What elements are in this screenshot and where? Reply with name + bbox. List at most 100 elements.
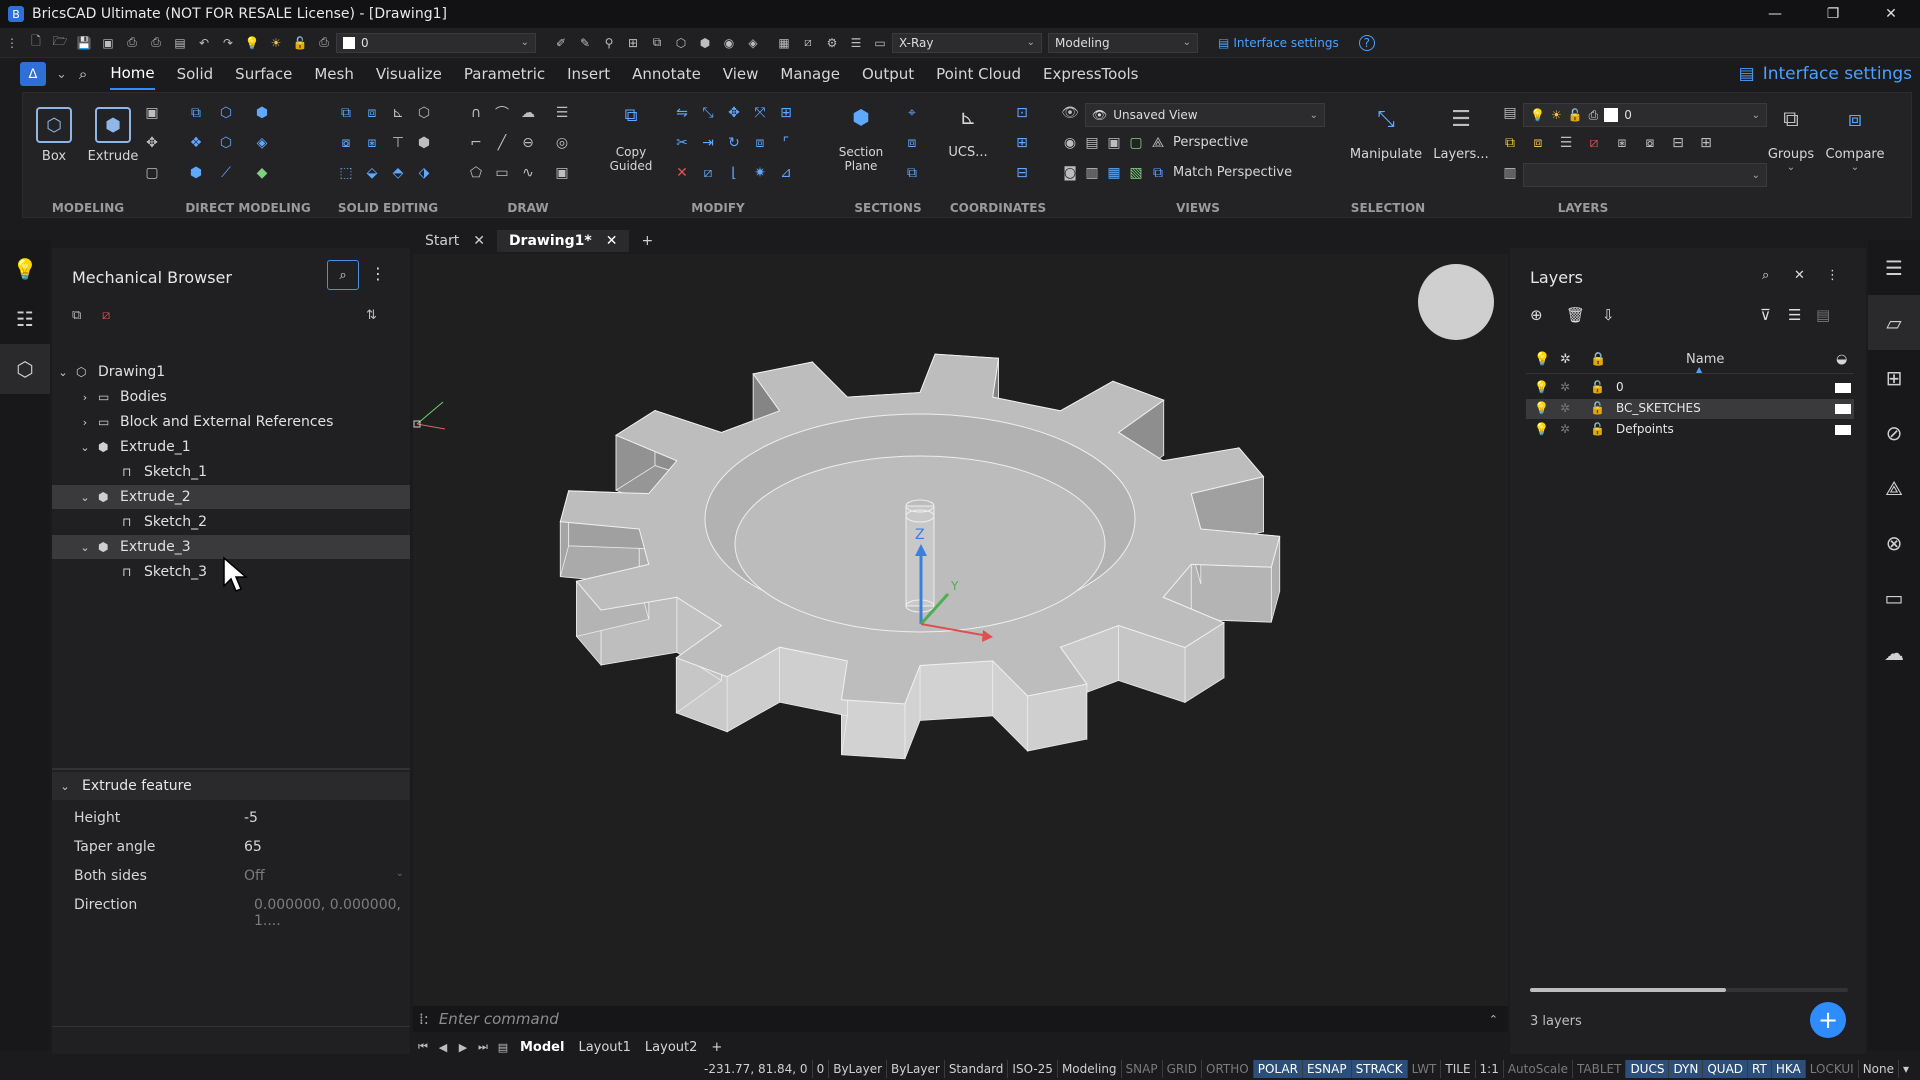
chevron-down-icon[interactable]: ⌄ <box>58 780 72 793</box>
shade-icon[interactable]: ◈ <box>744 35 762 51</box>
mirror-icon[interactable]: ⇋ <box>673 105 691 121</box>
lock-icon[interactable]: 🔓 <box>1590 401 1605 415</box>
hatch-icon[interactable]: ☰ <box>553 105 571 121</box>
pick-icon[interactable]: ✎ <box>576 35 594 51</box>
settings-icon[interactable]: ⚙ <box>823 35 841 51</box>
solid-tool-icon[interactable]: ▣ <box>143 105 161 121</box>
region-icon[interactable]: ▢ <box>143 165 161 181</box>
lock-icon[interactable]: 🔓 <box>1590 422 1605 436</box>
status-toggle[interactable]: ESNAP <box>1302 1060 1352 1078</box>
library-icon[interactable]: ⊞ <box>1868 350 1920 405</box>
chevron-down-icon[interactable]: ⌄ <box>56 366 70 379</box>
trim-icon[interactable]: ✂ <box>673 135 691 151</box>
array-icon[interactable]: ⊞ <box>777 105 795 121</box>
grid-select-icon[interactable]: ⊞ <box>624 35 642 51</box>
dm-tool-8-icon[interactable]: ⟋ <box>217 165 235 181</box>
tab-model[interactable]: Model <box>513 1040 571 1055</box>
named-view-dropdown[interactable]: 👁 Unsaved View ⌄ <box>1085 103 1325 127</box>
redo-icon[interactable]: ↷ <box>219 35 237 51</box>
sort-icon[interactable]: ⇅ <box>366 308 377 323</box>
first-layout-icon[interactable]: ⏮ <box>413 1040 433 1054</box>
dm-tool-5-icon[interactable]: ⬡ <box>217 135 235 151</box>
match-properties-icon[interactable]: ✐ <box>552 35 570 51</box>
more-options-icon[interactable]: ⋮ <box>370 264 386 283</box>
view-tool-1-icon[interactable]: ◉ <box>1061 135 1079 151</box>
extract-edge-icon[interactable]: ⬘ <box>389 165 407 181</box>
status-toggle[interactable]: HKA <box>1771 1060 1806 1078</box>
perspective-toggle[interactable]: Perspective <box>1173 135 1248 150</box>
tab-parametric[interactable]: Parametric <box>464 59 545 89</box>
layout-list-icon[interactable]: ▤ <box>493 1041 513 1054</box>
layer-color-swatch[interactable] <box>1835 383 1851 393</box>
status-item-0[interactable]: 0 <box>813 1060 830 1078</box>
sun-icon[interactable]: ☀ <box>267 35 285 51</box>
chevron-down-icon[interactable]: ⌄ <box>396 868 404 879</box>
select-filter-icon[interactable]: ⧉ <box>648 35 666 51</box>
filter-icon[interactable]: ⊽ <box>1760 306 1771 324</box>
horizontal-scrollbar[interactable] <box>1530 988 1848 992</box>
freeze-column-icon[interactable]: ✲ <box>1560 352 1571 367</box>
doc-tab-start[interactable]: Start ✕ <box>413 230 497 252</box>
structure-icon[interactable]: ☷ <box>0 294 50 344</box>
ucs-tool-1-icon[interactable]: ⊡ <box>1013 105 1031 121</box>
layer-tool-9-icon[interactable]: ▥ <box>1501 165 1519 181</box>
status-toggle[interactable]: GRID <box>1163 1060 1203 1078</box>
view-tool-6-icon[interactable]: ▦ <box>1105 165 1123 181</box>
status-toggle[interactable]: RT <box>1748 1060 1772 1078</box>
next-layout-icon[interactable]: ▶ <box>453 1041 473 1054</box>
view-tool-5-icon[interactable]: ▥ <box>1083 165 1101 181</box>
slice-icon[interactable]: ⊾ <box>389 105 407 121</box>
scale-icon[interactable]: ⤡ <box>699 105 717 121</box>
printer-layer-icon[interactable]: ⎙ <box>315 35 333 51</box>
offset-icon[interactable]: ⧈ <box>751 135 769 151</box>
layers-button[interactable]: ☰ Layers... <box>1433 107 1489 162</box>
donut-icon[interactable]: ◎ <box>553 135 571 151</box>
tab-annotate[interactable]: Annotate <box>632 59 701 89</box>
cloud-icon[interactable]: ☁ <box>1868 625 1920 680</box>
arc-icon[interactable]: ∩ <box>467 105 485 121</box>
interfere-icon[interactable]: ⧆ <box>363 135 381 151</box>
explode-icon[interactable]: ✷ <box>751 165 769 181</box>
tab-manage[interactable]: Manage <box>780 59 840 89</box>
drawing-viewport[interactable]: Z Y <box>413 254 1508 1006</box>
union-icon[interactable]: ⧉ <box>337 105 355 121</box>
box-button[interactable]: ⬡ Box <box>29 107 79 164</box>
layer-row[interactable]: 💡 ✲ 🔓 Defpoints <box>1526 420 1854 440</box>
status-toggle[interactable]: LWT <box>1408 1060 1442 1078</box>
layer-tool-1-icon[interactable]: ⧉ <box>1501 135 1519 151</box>
last-layout-icon[interactable]: ⏭ <box>473 1040 493 1054</box>
doc-tab-drawing1[interactable]: Drawing1* ✕ <box>496 230 630 252</box>
tab-insert[interactable]: Insert <box>567 59 610 89</box>
view-3d-icon[interactable]: ⬢ <box>696 35 714 51</box>
section-tool-2-icon[interactable]: ⧈ <box>903 135 921 151</box>
join-icon[interactable]: ⌊ <box>725 165 743 181</box>
new-tab-button[interactable]: + <box>629 230 665 252</box>
subtract-icon[interactable]: ⧈ <box>363 105 381 121</box>
on-off-column-icon[interactable]: 💡 <box>1534 352 1550 367</box>
view-tool-7-icon[interactable]: ▧ <box>1127 165 1145 181</box>
save-as-icon[interactable]: ▣ <box>99 35 117 51</box>
chevron-down-icon[interactable]: ⌄ <box>78 441 92 454</box>
delete-layer-icon[interactable]: 🗑 <box>1566 306 1585 324</box>
search-icon[interactable]: ⌕ <box>1762 268 1769 283</box>
polygon-icon[interactable]: ⬠ <box>467 165 485 181</box>
help-icon[interactable]: ? <box>1358 34 1375 51</box>
chevron-down-icon[interactable]: ▾ <box>1899 1060 1913 1078</box>
lightbulb-icon[interactable]: 💡 <box>1534 422 1549 436</box>
rotate-icon[interactable]: ↻ <box>725 135 743 151</box>
status-toggle[interactable]: ORTHO <box>1202 1060 1254 1078</box>
dm-tool-9-icon[interactable]: ◆ <box>253 165 271 181</box>
drawing-explorer-icon[interactable]: ⟁ <box>1868 460 1920 515</box>
taper-icon[interactable]: ⊤ <box>389 135 407 151</box>
restore-button[interactable]: ❐ <box>1804 0 1862 28</box>
layers-panel-icon[interactable]: ▱ <box>1868 295 1920 350</box>
property-taper-angle[interactable]: Taper angle 65 <box>52 833 410 861</box>
previous-layout-icon[interactable]: ◀ <box>433 1041 453 1054</box>
match-perspective-button[interactable]: Match Perspective <box>1173 165 1292 180</box>
close-icon[interactable]: ✕ <box>473 233 485 249</box>
status-toggle[interactable]: None <box>1859 1060 1899 1078</box>
eye-icon[interactable]: 👁 <box>1061 105 1079 121</box>
search-icon[interactable]: ⌕ <box>79 65 87 83</box>
visual-style-dropdown[interactable]: X-Ray ⌄ <box>892 32 1042 53</box>
status-toggle[interactable]: TABLET <box>1573 1060 1627 1078</box>
